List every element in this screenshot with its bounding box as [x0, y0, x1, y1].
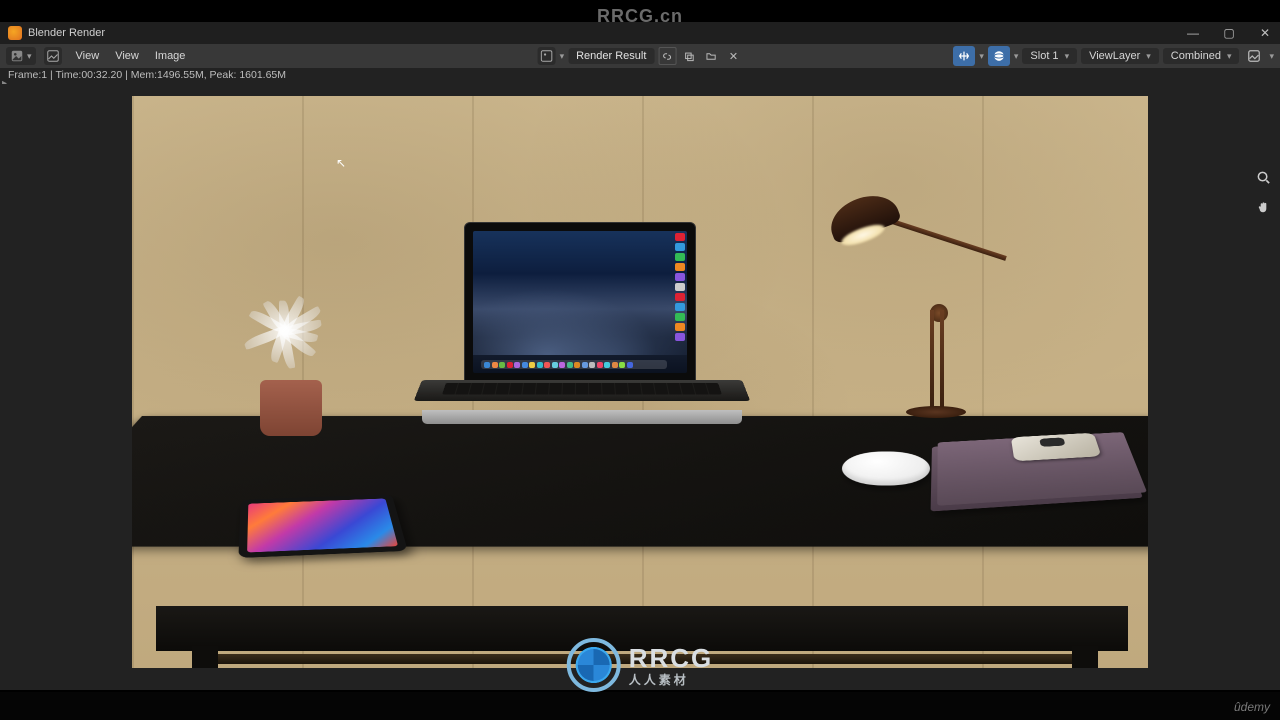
picture-icon — [47, 50, 59, 62]
unlink-image-button[interactable]: ✕ — [724, 47, 742, 65]
duplicate-icon — [684, 51, 695, 62]
minimize-button[interactable]: — — [1186, 26, 1200, 40]
scene-mouse — [841, 451, 932, 485]
logo-text-big: RRCG — [629, 643, 714, 674]
udemy-watermark: ûdemy — [1234, 700, 1270, 714]
editor-type-selector[interactable]: ▾ — [6, 47, 36, 65]
image-editor-icon — [10, 49, 24, 63]
logo-icon — [567, 638, 621, 692]
folder-icon — [706, 51, 717, 62]
menu-view-2[interactable]: View — [107, 48, 147, 64]
chevron-down-icon[interactable]: ▾ — [1014, 51, 1019, 62]
watermark-logo: RRCG 人人素材 — [567, 638, 714, 692]
scene-tablet — [238, 494, 407, 558]
header-bar: ▾ View View Image ▾ Render Result ✕ ▾ — [0, 44, 1280, 68]
magnifier-icon — [1256, 170, 1271, 185]
layer-selector[interactable]: ViewLayer▾ — [1081, 48, 1159, 64]
image-name-field[interactable]: Render Result — [568, 48, 654, 64]
slot-selector[interactable]: Slot 1▾ — [1022, 48, 1077, 64]
display-channels-rgb-button[interactable] — [988, 46, 1010, 66]
scene-plant — [238, 246, 348, 436]
pass-selector[interactable]: Combined▾ — [1163, 48, 1240, 64]
menu-view-1[interactable]: View — [68, 48, 108, 64]
chevron-down-icon[interactable]: ▾ — [979, 51, 984, 62]
zoom-tool-button[interactable] — [1252, 166, 1274, 188]
image-datablock-icon[interactable] — [538, 47, 556, 65]
arrows-icon — [957, 49, 971, 63]
close-button[interactable]: ✕ — [1258, 26, 1272, 40]
scene-lamp — [826, 188, 1006, 418]
open-image-button[interactable] — [702, 47, 720, 65]
picture-icon — [1247, 49, 1261, 63]
image-mode-button[interactable] — [44, 47, 62, 65]
fake-user-button[interactable] — [658, 47, 676, 65]
maximize-button[interactable]: ▢ — [1222, 26, 1236, 40]
close-icon: ✕ — [729, 50, 738, 63]
chevron-down-icon[interactable]: ▾ — [1269, 51, 1274, 62]
chevron-down-icon: ▾ — [27, 51, 32, 62]
watermark-top: RRCG.cn — [0, 6, 1280, 27]
link-icon — [662, 51, 673, 62]
window-title: Blender Render — [28, 27, 105, 39]
bottom-bar — [0, 692, 1280, 720]
pan-tool-button[interactable] — [1252, 196, 1274, 218]
display-channels-color-button[interactable] — [953, 46, 975, 66]
blender-icon — [8, 26, 22, 40]
rendered-image: ↖ — [132, 96, 1148, 668]
hand-icon — [1256, 200, 1271, 215]
display-mode-button[interactable] — [1243, 46, 1265, 66]
image-viewport[interactable]: ↖ — [0, 84, 1280, 690]
scene-laptop — [464, 222, 702, 442]
sphere-icon — [992, 49, 1006, 63]
render-status-text: Frame:1 | Time:00:32.20 | Mem:1496.55M, … — [0, 68, 1280, 84]
chevron-down-icon[interactable]: ▾ — [560, 51, 565, 62]
new-image-button[interactable] — [680, 47, 698, 65]
menu-image[interactable]: Image — [147, 48, 194, 64]
